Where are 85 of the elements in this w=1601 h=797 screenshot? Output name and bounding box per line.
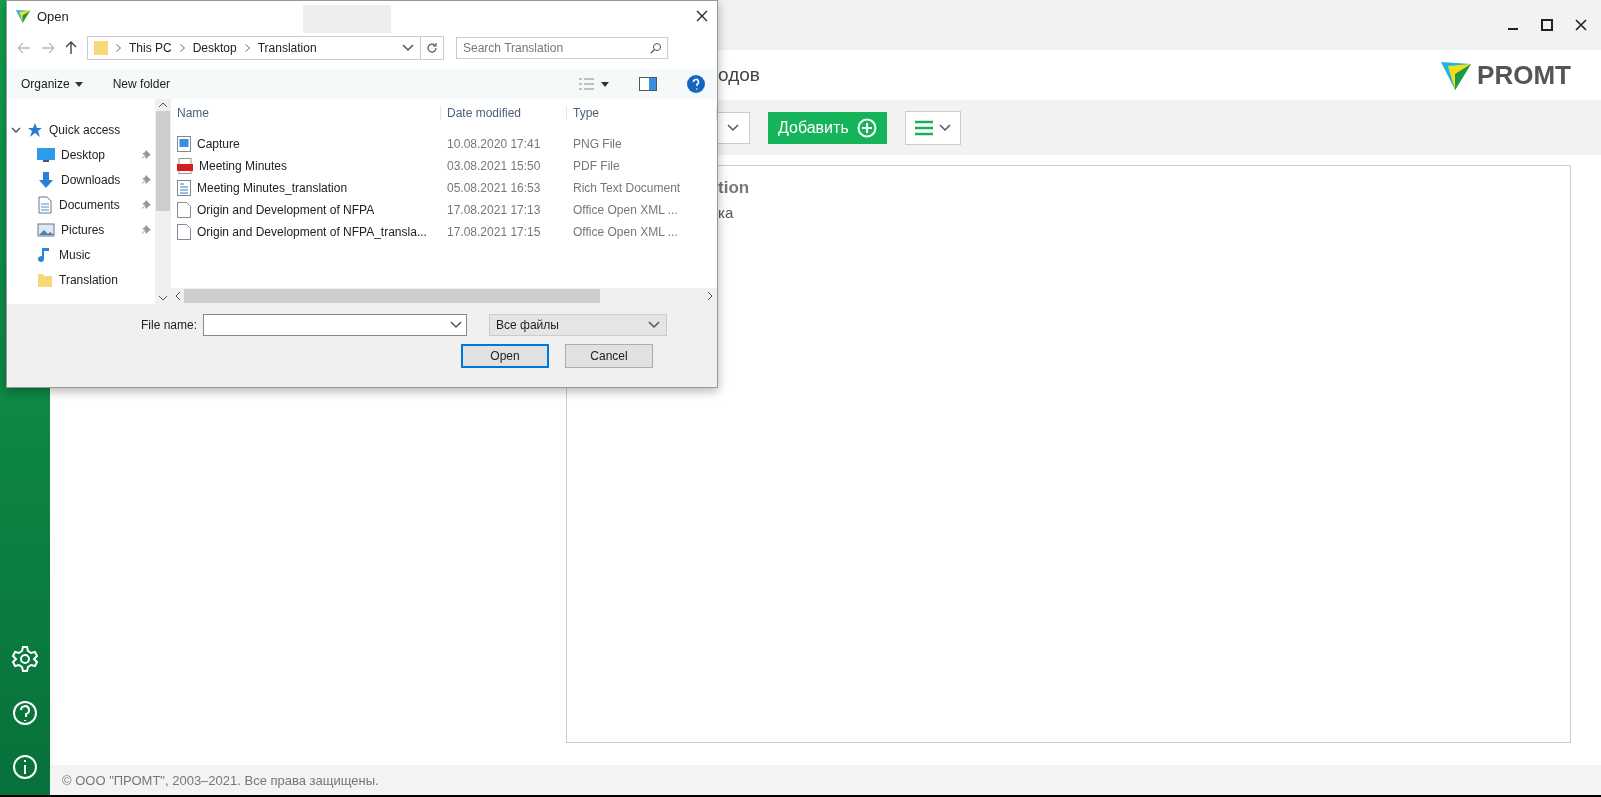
- nav-group[interactable]: Quick access: [7, 117, 155, 142]
- caret-icon: [74, 81, 83, 87]
- folder-icon: [37, 271, 53, 288]
- up-arrow-icon[interactable]: [65, 41, 77, 55]
- date-cell-text: 03.08.2021 15:50: [446, 159, 542, 173]
- close-icon[interactable]: [1575, 19, 1587, 31]
- scroll-up-icon[interactable]: [159, 102, 167, 107]
- file-type-dropdown[interactable]: Все файлы: [489, 314, 667, 336]
- chevron-down-icon: [648, 321, 660, 329]
- type-cell-text: Office Open XML ...: [572, 203, 679, 217]
- nav-item[interactable]: Downloads: [7, 167, 155, 192]
- folder-icon: [94, 40, 108, 56]
- organize-button[interactable]: Organize: [21, 77, 83, 91]
- preview-pane-icon[interactable]: [639, 77, 657, 91]
- image-file-icon: [177, 136, 191, 152]
- column-header[interactable]: Type: [567, 106, 717, 120]
- chevron-right-icon: [179, 44, 185, 52]
- logo-text: PROMT: [1477, 59, 1571, 91]
- monitor-icon: [37, 146, 55, 163]
- file-name[interactable]: Meeting Minutes_translation: [197, 181, 348, 195]
- chevron-down-icon: [450, 321, 462, 329]
- breadcrumb-item[interactable]: Translation: [257, 41, 317, 55]
- nav-item[interactable]: Music: [7, 242, 155, 267]
- nav-item[interactable]: Translation: [7, 267, 155, 292]
- nav-item[interactable]: Documents: [7, 192, 155, 217]
- text-document-icon: [177, 180, 191, 196]
- type-cell-text: Rich Text Document: [572, 181, 682, 195]
- date-cell-text: 10.08.2020 17:41: [446, 137, 542, 151]
- scroll-right-icon[interactable]: [708, 292, 713, 300]
- breadcrumb-item[interactable]: Desktop: [192, 41, 237, 55]
- breadcrumb-item[interactable]: This PC: [129, 41, 172, 55]
- menu-icon: [914, 119, 933, 136]
- nav-item[interactable]: Desktop: [7, 142, 155, 167]
- chevron-down-icon: [727, 123, 739, 132]
- panel-subtitle: ка: [718, 204, 735, 221]
- horizontal-scrollbar[interactable]: [171, 288, 717, 304]
- file-name[interactable]: Origin and Development of NFPA_transla...: [197, 225, 427, 239]
- blank-document-icon: [177, 224, 191, 240]
- dialog-button[interactable]: Open: [461, 344, 549, 368]
- view-options-icon[interactable]: [579, 78, 609, 90]
- blank-document-icon: [177, 202, 191, 218]
- search-field[interactable]: Search Translation: [456, 37, 668, 59]
- file-name[interactable]: Origin and Development of NFPA: [197, 203, 375, 217]
- dialog-button[interactable]: Cancel: [565, 344, 653, 368]
- panel-title: tion: [718, 178, 751, 198]
- new-folder-button[interactable]: New folder: [112, 77, 171, 91]
- date-cell-text: 17.08.2021 17:15: [446, 225, 542, 239]
- settings-icon[interactable]: [11, 645, 39, 673]
- address-bar[interactable]: This PC Desktop Translation: [87, 36, 421, 60]
- vertical-scrollbar[interactable]: [155, 99, 171, 304]
- scroll-down-icon[interactable]: [159, 296, 167, 301]
- file-name-label: File name:: [139, 318, 198, 332]
- search-icon: [650, 42, 662, 54]
- type-cell-text: Office Open XML ...: [572, 225, 679, 239]
- column-header[interactable]: Name: [171, 106, 441, 120]
- plus-circle-icon: [856, 117, 877, 138]
- page-title: одов: [718, 64, 760, 86]
- dialog-title: Open: [37, 8, 69, 24]
- scroll-left-icon[interactable]: [175, 292, 180, 300]
- column-header[interactable]: Date modified: [441, 106, 567, 120]
- date-cell-text: 17.08.2021 17:13: [446, 203, 542, 217]
- copyright-text: © ООО "ПРОМТ", 2003–2021. Все права защищены.: [62, 772, 379, 788]
- maximize-icon[interactable]: [1541, 19, 1553, 31]
- file-name-field[interactable]: [203, 314, 467, 336]
- menu-button[interactable]: [904, 110, 961, 145]
- download-arrow-icon: [37, 170, 55, 189]
- refresh-icon[interactable]: [420, 36, 444, 60]
- logo-icon: [15, 8, 31, 24]
- chevron-right-icon: [116, 44, 121, 52]
- chevron-right-icon: [244, 44, 250, 52]
- help-icon[interactable]: [687, 75, 705, 93]
- chevron-down-icon: [402, 44, 414, 52]
- pdf-file-icon: [177, 158, 193, 174]
- info-icon[interactable]: [11, 753, 39, 781]
- document-icon: [37, 195, 53, 214]
- nav-item[interactable]: Pictures: [7, 217, 155, 242]
- date-cell-text: 05.08.2021 16:53: [446, 181, 542, 195]
- caret-icon: [938, 123, 951, 132]
- type-cell-text: PDF File: [572, 159, 621, 173]
- picture-icon: [37, 221, 55, 238]
- file-name[interactable]: Meeting Minutes: [199, 159, 288, 173]
- help-icon[interactable]: [11, 699, 39, 727]
- star-icon: [27, 121, 43, 138]
- type-cell-text: PNG File: [572, 137, 623, 151]
- file-name[interactable]: Capture: [197, 137, 240, 151]
